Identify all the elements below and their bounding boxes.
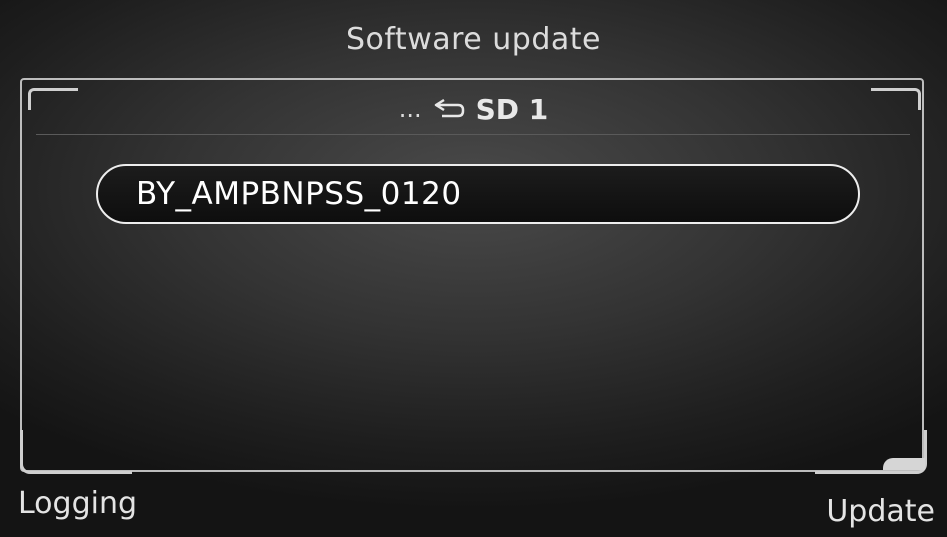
list-item-label: BY_AMPBNPSS_0120 — [136, 176, 462, 212]
screen-title: Software update — [346, 22, 601, 57]
file-list: BY_AMPBNPSS_0120 — [96, 164, 860, 224]
logging-softkey[interactable]: Logging — [18, 486, 137, 521]
frame-corner-accent — [883, 458, 925, 470]
current-folder-name: SD 1 — [475, 92, 549, 126]
list-item[interactable]: BY_AMPBNPSS_0120 — [96, 164, 860, 224]
frame-corner-bottom-left — [20, 430, 132, 474]
content-frame — [20, 78, 924, 472]
parent-folder-indicator: ... — [398, 95, 422, 123]
divider — [36, 134, 910, 135]
folder-path-bar[interactable]: ... SD 1 — [0, 90, 947, 128]
return-arrow-icon — [432, 96, 466, 122]
update-softkey[interactable]: Update — [826, 494, 935, 529]
software-update-screen: Software update ... SD 1 BY_AMPBNPSS_012… — [0, 0, 947, 537]
